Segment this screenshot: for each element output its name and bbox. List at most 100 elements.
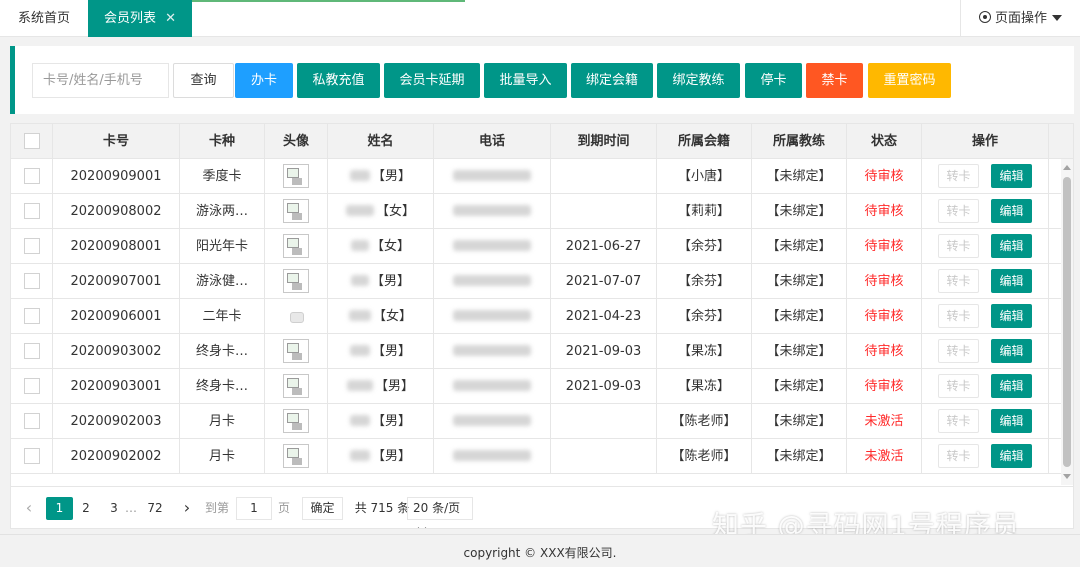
goto-confirm-button[interactable]: 确定 <box>302 497 343 520</box>
cell-avatar <box>265 264 328 299</box>
transfer-card-button[interactable]: 转卡 <box>938 303 979 328</box>
edit-button[interactable]: 编辑 <box>991 373 1032 398</box>
cell-actions: 转卡 编辑 <box>922 404 1049 439</box>
scroll-down-icon[interactable] <box>1063 474 1071 479</box>
edit-button[interactable]: 编辑 <box>991 233 1032 258</box>
prev-page-icon[interactable]: ‹ <box>21 497 37 520</box>
cell-expire: 2021-06-27 <box>551 229 657 264</box>
reset-password-button[interactable]: 重置密码 <box>868 63 951 98</box>
row-checkbox[interactable] <box>23 272 40 289</box>
cell-card-no: 20200909001 <box>53 159 180 194</box>
header-membership: 所属会籍 <box>657 124 752 159</box>
avatar-image-icon <box>283 338 309 363</box>
cell-coach: 【未绑定】 <box>752 264 847 299</box>
cell-card-type: 二年卡 <box>180 299 265 334</box>
transfer-card-button[interactable]: 转卡 <box>938 443 979 468</box>
transfer-card-button[interactable]: 转卡 <box>938 268 979 293</box>
cell-actions: 转卡 编辑 <box>922 229 1049 264</box>
edit-button[interactable]: 编辑 <box>991 198 1032 223</box>
cell-expire <box>551 194 657 229</box>
bind-membership-button[interactable]: 绑定会籍 <box>571 63 653 98</box>
edit-button[interactable]: 编辑 <box>991 268 1032 293</box>
extend-card-button[interactable]: 会员卡延期 <box>384 63 480 98</box>
edit-button[interactable]: 编辑 <box>991 408 1032 433</box>
issue-card-button[interactable]: 办卡 <box>235 63 293 98</box>
row-checkbox[interactable] <box>23 307 40 324</box>
search-input[interactable]: 卡号/姓名/手机号 <box>32 63 169 98</box>
batch-import-button[interactable]: 批量导入 <box>484 63 567 98</box>
ban-card-button[interactable]: 禁卡 <box>806 63 863 98</box>
cell-card-type: 季度卡 <box>180 159 265 194</box>
page-link[interactable]: 2 <box>79 497 93 520</box>
suspend-card-button[interactable]: 停卡 <box>745 63 802 98</box>
page-current[interactable]: 1 <box>46 497 73 520</box>
edit-button[interactable]: 编辑 <box>991 338 1032 363</box>
cell-phone <box>434 194 551 229</box>
scroll-up-icon[interactable] <box>1063 165 1071 170</box>
table-scrollbar[interactable] <box>1061 159 1073 485</box>
edit-button[interactable]: 编辑 <box>991 303 1032 328</box>
gender-label: 【男】 <box>371 344 411 359</box>
table-row[interactable]: 20200908002 游泳两… 【女】 【莉莉】 【未绑定】 待审核 转卡 编辑 <box>11 194 1061 229</box>
redacted-name <box>349 345 370 356</box>
cell-name: 【女】 <box>328 229 434 264</box>
table-row[interactable]: 20200903002 终身卡… 【男】 2021-09-03 【果冻】 【未绑定】 待审核… <box>11 334 1061 369</box>
row-checkbox[interactable] <box>23 412 40 429</box>
header-select-all[interactable] <box>11 124 53 159</box>
transfer-card-button[interactable]: 转卡 <box>938 373 979 398</box>
cell-phone <box>434 369 551 404</box>
cell-status: 待审核 <box>847 299 922 334</box>
header-coach: 所属教练 <box>752 124 847 159</box>
private-recharge-button[interactable]: 私教充值 <box>297 63 380 98</box>
table-row[interactable]: 20200903001 终身卡… 【男】 2021-09-03 【果冻】 【未绑定】 待审核… <box>11 369 1061 404</box>
redacted-phone <box>453 275 531 286</box>
toolbar: 卡号/姓名/手机号 查询 办卡 私教充值 会员卡延期 批量导入 绑定会籍 绑定教… <box>10 46 1074 114</box>
table-row[interactable]: 20200908001 阳光年卡 【女】 2021-06-27 【余芬】 【未绑定】 待审核… <box>11 229 1061 264</box>
cell-select <box>11 194 53 229</box>
table-row[interactable]: 20200906001 二年卡 【女】 2021-04-23 【余芬】 【未绑定】 待审核转… <box>11 299 1061 334</box>
cell-card-no: 20200907001 <box>53 264 180 299</box>
bind-coach-button[interactable]: 绑定教练 <box>657 63 740 98</box>
cell-avatar <box>265 404 328 439</box>
edit-button[interactable]: 编辑 <box>991 443 1032 468</box>
header-expire: 到期时间 <box>551 124 657 159</box>
row-checkbox[interactable] <box>23 202 40 219</box>
row-checkbox[interactable] <box>23 237 40 254</box>
tab-member-list[interactable]: 会员列表 ✕ <box>88 0 192 37</box>
cell-status: 未激活 <box>847 404 922 439</box>
avatar-image-icon <box>283 408 309 433</box>
edit-button[interactable]: 编辑 <box>991 163 1032 188</box>
table-row[interactable]: 20200907001 游泳健… 【男】 2021-07-07 【余芬】 【未绑定】 待审核… <box>11 264 1061 299</box>
cell-actions: 转卡 编辑 <box>922 264 1049 299</box>
row-checkbox[interactable] <box>23 447 40 464</box>
row-checkbox[interactable] <box>23 167 40 184</box>
row-checkbox[interactable] <box>23 342 40 359</box>
transfer-card-button[interactable]: 转卡 <box>938 163 979 188</box>
page-size-select[interactable]: 20 条/页 <box>407 497 473 528</box>
header-phone: 电话 <box>434 124 551 159</box>
goto-page-input[interactable]: 1 <box>236 497 272 520</box>
transfer-card-button[interactable]: 转卡 <box>938 338 979 363</box>
table-row[interactable]: 20200902003 月卡 【男】 【陈老师】 【未绑定】 未激活 转卡 编辑 <box>11 404 1061 439</box>
cell-membership: 【果冻】 <box>657 334 752 369</box>
close-icon[interactable]: ✕ <box>165 0 176 37</box>
next-page-icon[interactable]: › <box>179 497 195 520</box>
gender-label: 【女】 <box>375 204 415 219</box>
transfer-card-button[interactable]: 转卡 <box>938 408 979 433</box>
page-operations-dropdown[interactable]: 页面操作 <box>960 0 1080 37</box>
tab-home[interactable]: 系统首页 <box>0 0 88 37</box>
cell-coach: 【未绑定】 <box>752 229 847 264</box>
table-row[interactable]: 20200902002 月卡 【男】 【陈老师】 【未绑定】 未激活 转卡 编辑 <box>11 439 1061 474</box>
query-button[interactable]: 查询 <box>173 63 234 98</box>
table-row[interactable]: 20200909001 季度卡 【男】 【小唐】 【未绑定】 待审核 转卡 编辑 <box>11 159 1061 194</box>
table-body: 20200909001 季度卡 【男】 【小唐】 【未绑定】 待审核 转卡 编辑 2020090… <box>11 159 1061 485</box>
scroll-thumb[interactable] <box>1063 177 1071 467</box>
cell-name: 【女】 <box>328 299 434 334</box>
select-all-checkbox[interactable] <box>23 132 40 149</box>
cell-card-no: 20200908002 <box>53 194 180 229</box>
transfer-card-button[interactable]: 转卡 <box>938 233 979 258</box>
page-link-last[interactable]: 72 <box>144 497 166 520</box>
page-link[interactable]: 3 <box>107 497 121 520</box>
transfer-card-button[interactable]: 转卡 <box>938 198 979 223</box>
row-checkbox[interactable] <box>23 377 40 394</box>
